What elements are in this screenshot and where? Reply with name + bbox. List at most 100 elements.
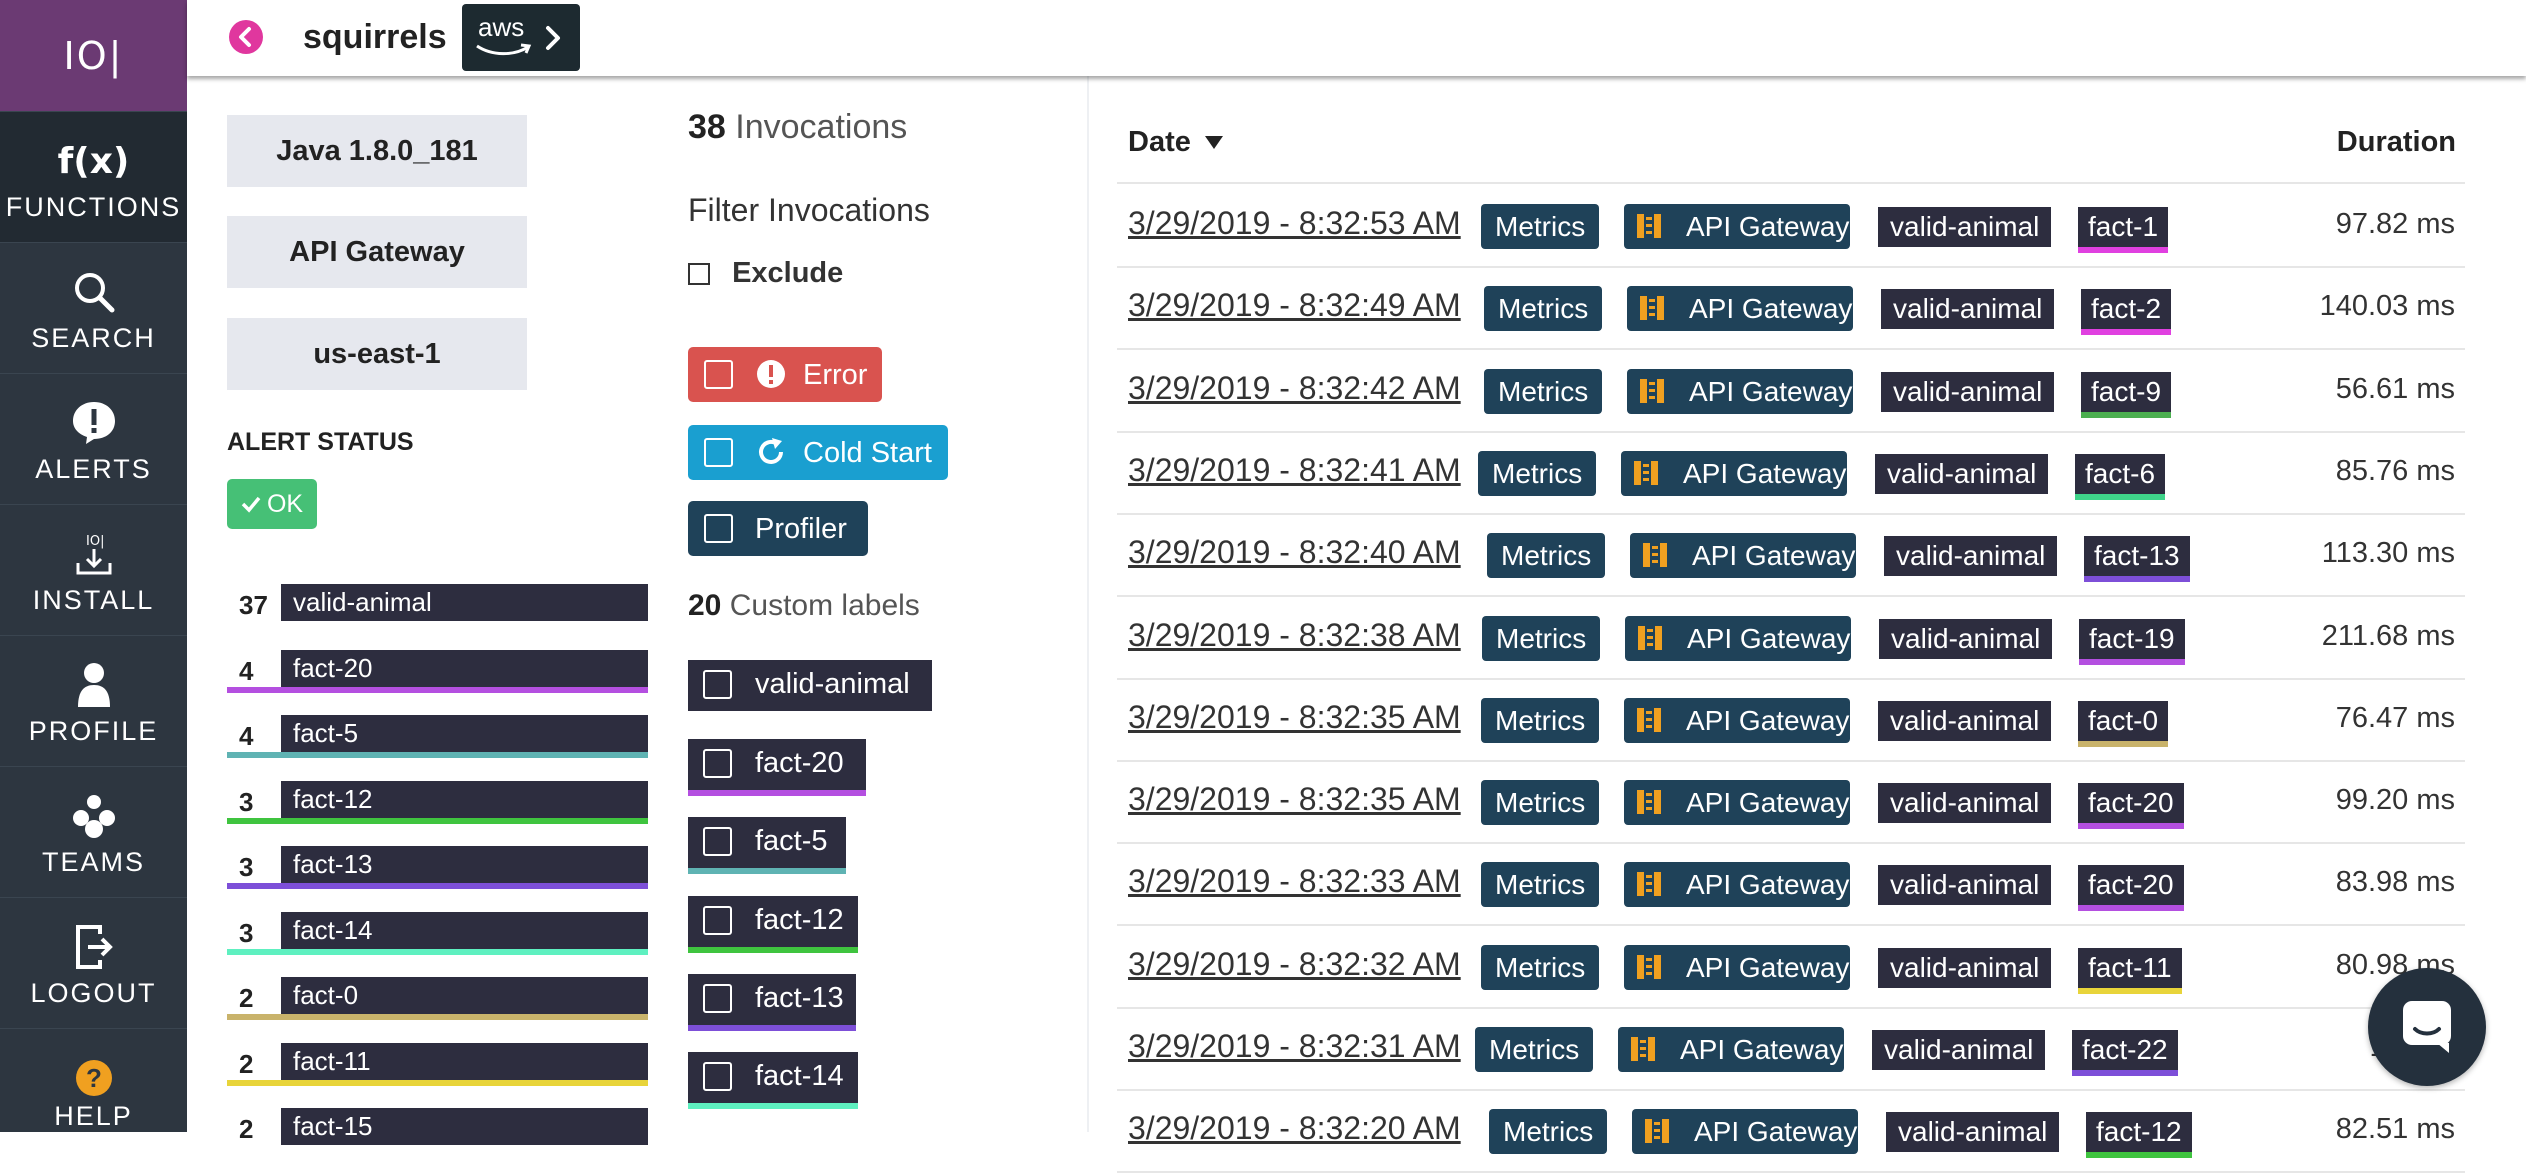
invocation-date-link[interactable]: 3/29/2019 - 8:32:20 AM (1128, 1110, 1461, 1147)
valid-animal-tag[interactable]: valid-animal (1884, 536, 2058, 577)
fact-tag[interactable]: fact-13 (2084, 536, 2190, 583)
nav-logout[interactable]: LOGOUT (0, 897, 187, 1028)
custom-label-filter[interactable]: fact-12 (688, 896, 858, 953)
custom-label-checkbox[interactable] (703, 984, 732, 1013)
custom-label-checkbox[interactable] (703, 906, 732, 935)
invocation-date-link[interactable]: 3/29/2019 - 8:32:41 AM (1128, 452, 1461, 489)
metrics-tag[interactable]: Metrics (1481, 204, 1600, 249)
invocation-row[interactable]: 3/29/2019 - 8:32:33 AM Metrics API Gateway… (1117, 842, 2465, 927)
api-gateway-tag[interactable]: API Gateway (1627, 286, 1853, 332)
aws-console-button[interactable]: aws (462, 4, 580, 71)
fact-tag[interactable]: fact-19 (2079, 618, 2185, 665)
invocation-date-link[interactable]: 3/29/2019 - 8:32:53 AM (1128, 205, 1461, 242)
valid-animal-tag[interactable]: valid-animal (1881, 289, 2055, 330)
api-gateway-tag[interactable]: API Gateway (1624, 780, 1850, 826)
valid-animal-tag[interactable]: valid-animal (1878, 207, 2052, 247)
invocation-date-link[interactable]: 3/29/2019 - 8:32:35 AM (1128, 781, 1461, 818)
custom-label-checkbox[interactable] (703, 827, 732, 856)
valid-animal-tag[interactable]: valid-animal (1886, 1112, 2060, 1153)
duration-column-header[interactable]: Duration (2337, 126, 2456, 159)
label-count-row[interactable]: 3 fact-12 (227, 780, 648, 825)
fact-tag[interactable]: fact-0 (2078, 700, 2169, 747)
label-count-row[interactable]: 37 valid-animal (227, 584, 648, 628)
fact-tag[interactable]: fact-22 (2072, 1030, 2178, 1076)
nav-install[interactable]: IO| INSTALL (0, 504, 187, 635)
custom-label-filter[interactable]: fact-13 (688, 974, 856, 1031)
invocation-row[interactable]: 3/29/2019 - 8:32:35 AM Metrics API Gateway… (1117, 678, 2465, 762)
iopipe-logo[interactable]: IO| (0, 0, 187, 111)
nav-help[interactable]: ? HELP (0, 1028, 187, 1159)
date-column-header[interactable]: Date (1128, 126, 1225, 159)
invocation-date-link[interactable]: 3/29/2019 - 8:32:32 AM (1128, 946, 1461, 983)
api-gateway-tag[interactable]: API Gateway (1625, 615, 1851, 661)
invocation-date-link[interactable]: 3/29/2019 - 8:32:31 AM (1128, 1028, 1461, 1065)
metrics-tag[interactable]: Metrics (1481, 944, 1600, 990)
nav-alerts[interactable]: ALERTS (0, 373, 187, 504)
fact-tag[interactable]: fact-11 (2078, 947, 2182, 994)
nav-teams[interactable]: TEAMS (0, 766, 187, 897)
metrics-tag[interactable]: Metrics (1475, 1027, 1594, 1072)
invocation-row[interactable]: 3/29/2019 - 8:32:32 AM Metrics API Gateway… (1117, 925, 2465, 1009)
label-count-row[interactable]: 2 fact-0 (227, 977, 648, 1021)
error-filter-button[interactable]: Error (688, 347, 882, 402)
valid-animal-tag[interactable]: valid-animal (1878, 865, 2052, 906)
metrics-tag[interactable]: Metrics (1484, 368, 1603, 414)
api-gateway-tag[interactable]: API Gateway (1618, 1027, 1844, 1072)
valid-animal-tag[interactable]: valid-animal (1878, 783, 2052, 824)
valid-animal-tag[interactable]: valid-animal (1872, 1030, 2046, 1070)
fact-tag[interactable]: fact-2 (2081, 289, 2172, 336)
invocation-row[interactable]: 3/29/2019 - 8:32:31 AM Metrics API Gateway… (1117, 1007, 2465, 1091)
nav-search[interactable]: SEARCH (0, 242, 187, 373)
api-gateway-tag[interactable]: API Gateway (1627, 368, 1853, 414)
label-count-row[interactable]: 4 fact-20 (227, 649, 648, 694)
metrics-tag[interactable]: Metrics (1482, 615, 1601, 661)
invocation-row[interactable]: 3/29/2019 - 8:32:40 AM Metrics API Gateway… (1117, 513, 2465, 598)
profiler-filter-button[interactable]: Profiler (688, 501, 868, 556)
custom-label-filter[interactable]: fact-5 (688, 817, 846, 874)
label-count-row[interactable]: 3 fact-13 (227, 846, 648, 890)
invocation-row[interactable]: 3/29/2019 - 8:32:49 AM Metrics API Gateway… (1117, 266, 2465, 351)
metrics-tag[interactable]: Metrics (1487, 533, 1606, 579)
invocation-date-link[interactable]: 3/29/2019 - 8:32:33 AM (1128, 863, 1461, 900)
api-gateway-tag[interactable]: API Gateway (1624, 944, 1850, 990)
metrics-tag[interactable]: Metrics (1481, 780, 1600, 826)
api-gateway-tag[interactable]: API Gateway (1621, 450, 1847, 496)
valid-animal-tag[interactable]: valid-animal (1879, 618, 2053, 659)
invocation-date-link[interactable]: 3/29/2019 - 8:32:49 AM (1128, 287, 1461, 324)
custom-label-filter[interactable]: fact-14 (688, 1052, 858, 1109)
exclude-checkbox[interactable] (688, 263, 710, 286)
cold-start-checkbox[interactable] (704, 438, 733, 467)
metrics-tag[interactable]: Metrics (1481, 697, 1600, 743)
invocation-date-link[interactable]: 3/29/2019 - 8:32:42 AM (1128, 370, 1461, 407)
invocation-row[interactable]: 3/29/2019 - 8:32:41 AM Metrics API Gateway… (1117, 431, 2465, 515)
invocation-row[interactable]: 3/29/2019 - 8:32:38 AM Metrics API Gateway… (1117, 596, 2465, 680)
invocation-row[interactable]: 3/29/2019 - 8:32:35 AM Metrics API Gateway… (1117, 760, 2465, 845)
invocation-date-link[interactable]: 3/29/2019 - 8:32:40 AM (1128, 534, 1461, 571)
valid-animal-tag[interactable]: valid-animal (1878, 700, 2052, 741)
invocation-row[interactable]: 3/29/2019 - 8:32:42 AM Metrics API Gateway… (1117, 349, 2465, 433)
fact-tag[interactable]: fact-20 (2078, 865, 2184, 912)
fact-tag[interactable]: fact-1 (2078, 207, 2169, 253)
nav-functions[interactable]: f(x) FUNCTIONS (0, 111, 187, 242)
metrics-tag[interactable]: Metrics (1481, 862, 1600, 908)
invocation-row[interactable]: 3/29/2019 - 8:32:20 AM Metrics API Gateway… (1117, 1089, 2465, 1173)
metrics-tag[interactable]: Metrics (1478, 450, 1597, 496)
label-count-row[interactable]: 4 fact-5 (227, 715, 648, 759)
fact-tag[interactable]: fact-6 (2075, 453, 2166, 500)
label-count-row[interactable]: 2 fact-11 (227, 1042, 648, 1087)
label-count-row[interactable]: 2 fact-15 (227, 1108, 648, 1152)
cold-start-filter-button[interactable]: Cold Start (688, 425, 948, 480)
invocation-row[interactable]: 3/29/2019 - 8:32:53 AM Metrics API Gateway… (1117, 184, 2465, 268)
nav-profile[interactable]: PROFILE (0, 635, 187, 766)
label-count-row[interactable]: 3 fact-14 (227, 911, 648, 956)
api-gateway-tag[interactable]: API Gateway (1624, 204, 1850, 249)
api-gateway-tag[interactable]: API Gateway (1624, 862, 1850, 908)
valid-animal-tag[interactable]: valid-animal (1878, 947, 2052, 988)
custom-label-filter[interactable]: valid-animal (688, 660, 932, 711)
fact-tag[interactable]: fact-20 (2078, 783, 2184, 830)
api-gateway-tag[interactable]: API Gateway (1624, 697, 1850, 743)
error-checkbox[interactable] (704, 360, 733, 389)
metrics-tag[interactable]: Metrics (1484, 286, 1603, 332)
api-gateway-tag[interactable]: API Gateway (1630, 533, 1856, 579)
fact-tag[interactable]: fact-12 (2086, 1112, 2192, 1159)
